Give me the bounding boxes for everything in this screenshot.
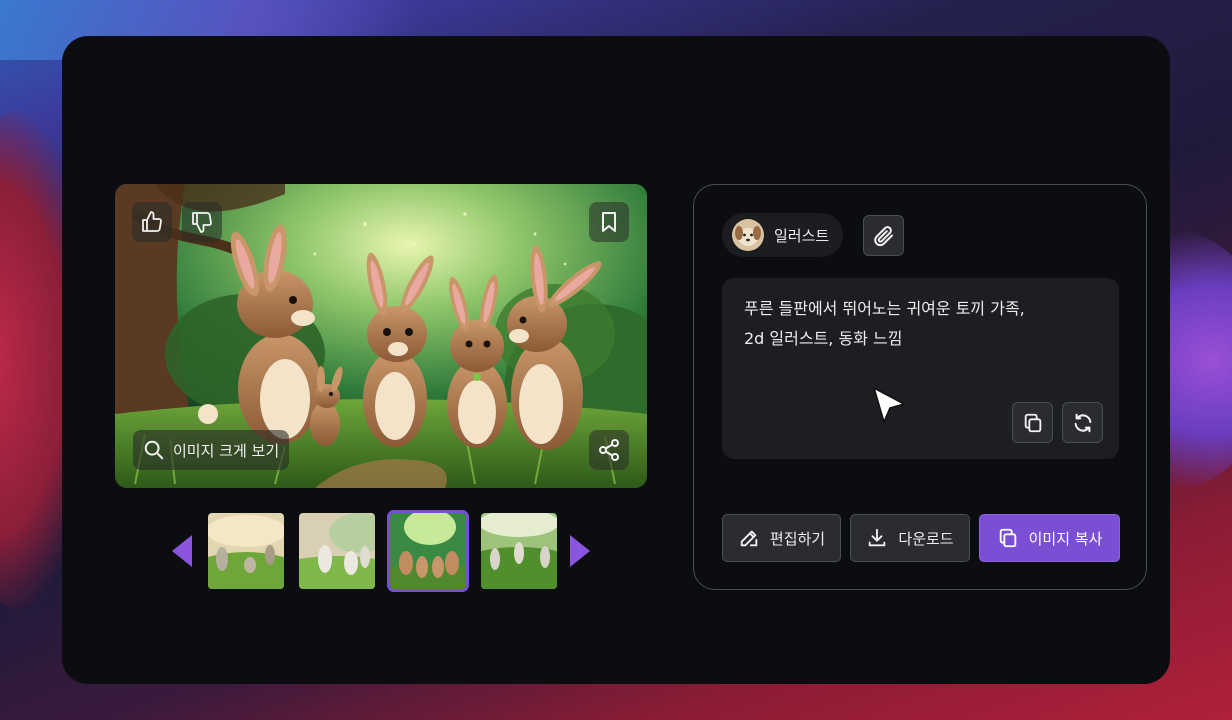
thumbs-up-icon [142,211,162,232]
prompt-text[interactable]: 푸른 들판에서 뛰어노는 귀여운 토끼 가족, 2d 일러스트, 동화 느낌 [744,294,1099,354]
prompt-panel: 일러스트 푸른 들판에서 뛰어노는 귀여운 토끼 가족, 2d 일러스트, 동화… [693,184,1147,590]
generated-image[interactable]: 이미지 크게 보기 [115,184,647,488]
prompt-line: 2d 일러스트, 동화 느낌 [744,329,903,348]
prompt-line: 푸른 들판에서 뛰어노는 귀여운 토끼 가족, [744,299,1025,318]
copy-prompt-button[interactable] [1012,402,1053,443]
bookmark-icon [602,212,616,232]
prev-arrow-icon[interactable] [172,535,192,567]
cursor-icon [873,387,905,423]
copy-image-label: 이미지 복사 [1028,529,1103,548]
copy-icon [1024,413,1041,432]
share-button[interactable] [589,430,629,470]
style-chip[interactable]: 일러스트 [722,213,844,257]
style-chip-label: 일러스트 [774,226,830,245]
copy-image-button[interactable]: 이미지 복사 [979,514,1120,562]
thumbnail-strip [170,510,594,592]
thumbnail-item[interactable] [208,513,284,589]
like-button[interactable] [132,202,172,242]
regenerate-button[interactable] [1062,402,1103,443]
download-icon [869,528,886,547]
image-copy-icon [999,528,1016,548]
view-large-label: 이미지 크게 보기 [173,441,280,460]
search-icon [144,440,164,460]
edit-button[interactable]: 편집하기 [722,514,841,562]
dog-avatar-icon [732,219,764,251]
thumbnail-item[interactable] [299,513,375,589]
generator-card: 이미지 크게 보기 일러스트 푸른 들판에서 뛰어노는 귀여운 토끼 가족, 2… [62,36,1170,684]
refresh-icon [1074,413,1091,432]
download-button[interactable]: 다운로드 [850,514,970,562]
thumbs-down-icon [192,212,212,233]
prompt-box[interactable]: 푸른 들판에서 뛰어노는 귀여운 토끼 가족, 2d 일러스트, 동화 느낌 [722,278,1119,459]
bookmark-button[interactable] [589,202,629,242]
edit-icon [740,530,758,547]
dislike-button[interactable] [182,202,222,242]
download-label: 다운로드 [898,529,954,548]
next-arrow-icon[interactable] [570,535,590,567]
edit-label: 편집하기 [769,529,826,548]
share-icon [599,439,619,461]
thumbnail-item[interactable] [481,513,557,589]
paperclip-icon [873,225,893,246]
attach-button[interactable] [863,215,904,256]
view-large-button[interactable]: 이미지 크게 보기 [133,430,290,470]
thumbnail-item-active[interactable] [387,510,469,592]
